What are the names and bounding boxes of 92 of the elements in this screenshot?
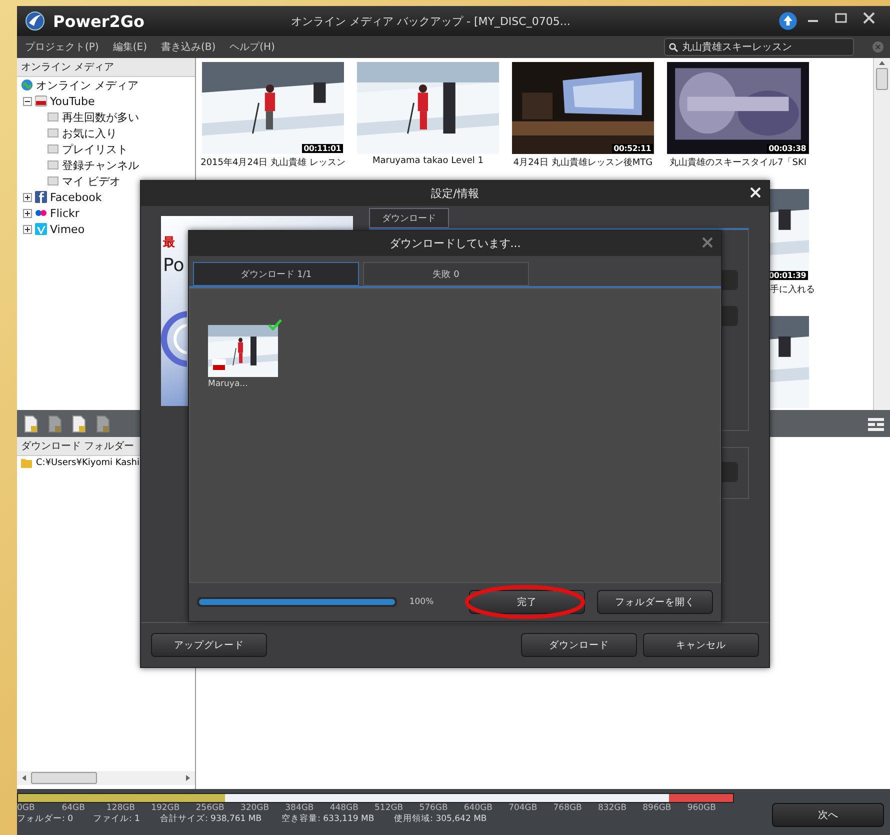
- list-icon: [47, 128, 59, 138]
- app-logo-icon: [25, 11, 45, 31]
- tree-item[interactable]: Vimeo: [50, 222, 85, 236]
- video-site-icon: [35, 95, 47, 107]
- video-site-icon: [35, 223, 47, 235]
- globe-icon: [21, 79, 33, 91]
- menu-item[interactable]: プロジェクト(P): [23, 38, 101, 56]
- tree-item[interactable]: Facebook: [50, 190, 102, 204]
- scroll-thumb[interactable]: [31, 772, 97, 784]
- folder-path[interactable]: C:¥Users¥Kiyomi Kashi: [36, 458, 140, 468]
- expand-icon[interactable]: [23, 192, 32, 202]
- dialog-button[interactable]: キャンセル: [643, 633, 759, 657]
- tab[interactable]: ダウンロード: [369, 208, 449, 228]
- capacity-label: 448GB: [330, 803, 360, 813]
- file-name: Maruya...: [208, 379, 249, 389]
- capacity-label: 640GB: [464, 803, 494, 813]
- list-icon: [47, 176, 59, 186]
- dialog-button[interactable]: アップグレード: [151, 633, 267, 657]
- dialog-title: 設定/情報: [431, 186, 479, 201]
- photo-site-icon: [35, 207, 47, 219]
- banner-text: 最: [163, 234, 175, 251]
- video-title[interactable]: 手に入れる: [770, 283, 815, 296]
- panel-header: オンライン メディア: [17, 58, 195, 77]
- capacity-label: 128GB: [106, 803, 136, 813]
- scroll-left-icon[interactable]: [21, 774, 27, 782]
- tree-item[interactable]: 再生回数が多い: [62, 110, 139, 124]
- list-icon: [47, 160, 59, 170]
- social-icon: [35, 191, 47, 203]
- dialog-title: ダウンロードしています...: [389, 236, 521, 251]
- status-text: ファイル: 1: [92, 813, 140, 825]
- scroll-thumb[interactable]: [876, 68, 888, 90]
- video-title[interactable]: 2015年4月24日 丸山貴雄 レッスン: [200, 156, 346, 169]
- scrollbar[interactable]: [873, 58, 890, 410]
- capacity-label: 0GB: [17, 803, 36, 813]
- tree-item[interactable]: マイ ビデオ: [62, 174, 120, 188]
- capacity-label: 512GB: [374, 803, 404, 813]
- capacity-label: 832GB: [598, 803, 628, 813]
- search-icon: [669, 42, 678, 52]
- tab[interactable]: 失敗 0: [363, 262, 529, 286]
- upload-icon[interactable]: [778, 11, 798, 31]
- tree-item[interactable]: プレイリスト: [62, 142, 128, 156]
- capacity-label: 320GB: [240, 803, 270, 813]
- video-title[interactable]: 4月24日 丸山貴雄レッスン後MTG: [513, 156, 653, 169]
- list-icon: [47, 112, 59, 122]
- capacity-warning-zone: [668, 794, 733, 802]
- capacity-label: 384GB: [285, 803, 315, 813]
- capacity-label: 576GB: [419, 803, 449, 813]
- video-duration: 00:03:38: [766, 144, 808, 153]
- video-site-icon: [212, 359, 226, 371]
- scrollbar[interactable]: [17, 771, 195, 785]
- video-duration: 00:52:11: [612, 144, 653, 153]
- scroll-up-icon[interactable]: [878, 60, 886, 66]
- capacity-label: 896GB: [642, 803, 672, 813]
- status-text: 空き容量: 633,119 MB: [282, 813, 374, 825]
- capacity-label: 704GB: [508, 803, 538, 813]
- progress-percent: 100%: [409, 597, 435, 607]
- document-icon[interactable]: [23, 414, 39, 432]
- list-icon: [47, 144, 59, 154]
- window-title: オンライン メディア バックアップ - [MY_DISC_0705...: [291, 14, 572, 28]
- document-icon[interactable]: [71, 414, 87, 432]
- list-view-icon[interactable]: [868, 416, 884, 430]
- capacity-label: 192GB: [151, 803, 181, 813]
- tree-item[interactable]: YouTube: [50, 94, 95, 108]
- menu-item[interactable]: ヘルプ(H): [228, 38, 277, 56]
- tree-item[interactable]: Flickr: [50, 206, 80, 220]
- search-field[interactable]: 丸山貴雄スキーレッスン: [664, 38, 854, 56]
- capacity-label: 256GB: [196, 803, 226, 813]
- status-text: フォルダー: 0: [17, 813, 73, 825]
- app-name: Power2Go: [53, 12, 146, 30]
- tree-item[interactable]: お気に入り: [62, 126, 117, 140]
- menu-item[interactable]: 書き込み(B): [158, 38, 218, 56]
- folder-icon: [21, 458, 32, 468]
- menu-item[interactable]: 編集(E): [110, 38, 149, 56]
- expand-icon[interactable]: [23, 224, 32, 234]
- next-button[interactable]: 次へ: [772, 803, 884, 827]
- capacity-label: 64GB: [62, 803, 86, 813]
- status-text: 使用領域: 305,642 MB: [394, 813, 487, 825]
- scroll-right-icon[interactable]: [185, 774, 191, 782]
- status-text: 合計サイズ: 938,761 MB: [160, 813, 262, 825]
- tree-item[interactable]: オンライン メディア: [36, 78, 138, 92]
- dialog-button[interactable]: ダウンロード: [521, 633, 637, 657]
- dialog-button[interactable]: フォルダーを開く: [597, 590, 713, 614]
- video-duration: 00:11:01: [302, 144, 343, 153]
- collapse-icon[interactable]: [23, 96, 32, 106]
- capacity-label: 768GB: [553, 803, 583, 813]
- tree-item[interactable]: 登録チャンネル: [62, 158, 139, 172]
- tab[interactable]: ダウンロード 1/1: [193, 262, 359, 286]
- capacity-label: 960GB: [687, 803, 717, 813]
- video-title[interactable]: Maruyama takao Level 1: [372, 156, 484, 166]
- expand-icon[interactable]: [23, 208, 32, 218]
- banner-text: Po: [163, 255, 184, 276]
- video-title[interactable]: 丸山貴雄のスキースタイル7「SKI: [670, 156, 806, 169]
